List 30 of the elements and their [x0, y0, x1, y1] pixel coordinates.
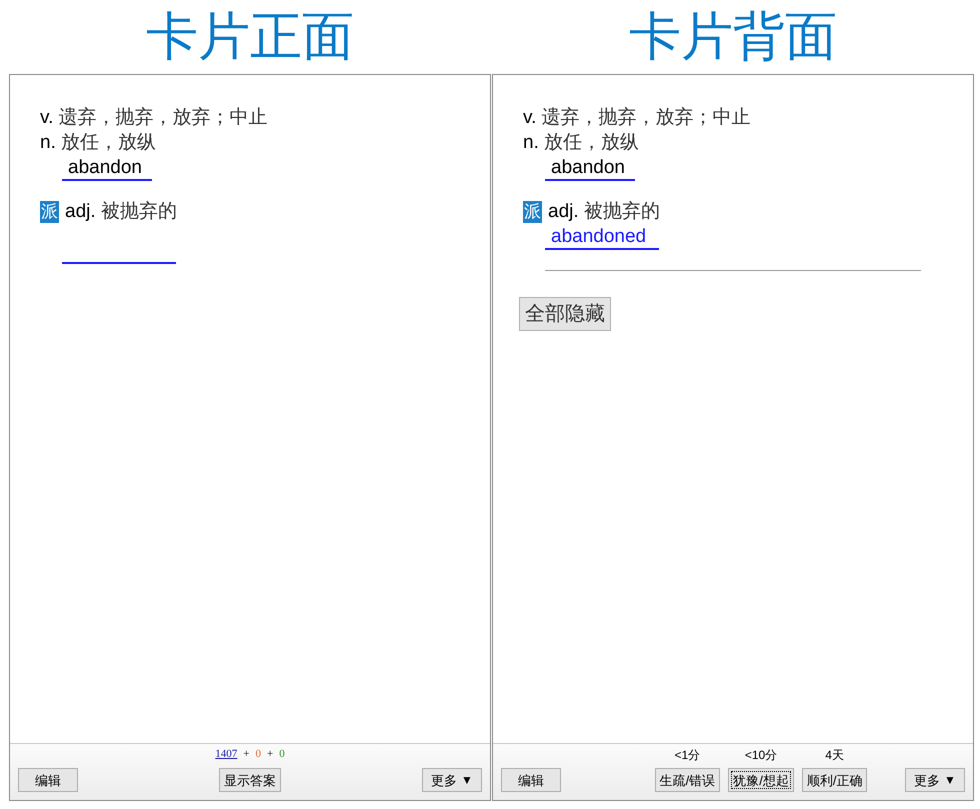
answer-field[interactable]: abandon: [545, 155, 635, 181]
interval-label: <1分: [674, 747, 700, 764]
interval-label: <10分: [744, 747, 778, 764]
edit-button[interactable]: 编辑: [501, 768, 561, 792]
derivative-tag: 派: [523, 200, 542, 222]
more-button[interactable]: 更多 ▼: [905, 768, 965, 792]
show-answer-button[interactable]: 显示答案: [219, 768, 281, 792]
answer-field[interactable]: abandoned: [545, 224, 659, 250]
answer-button[interactable]: 顺利/正确: [802, 768, 868, 792]
answer-field[interactable]: abandon: [62, 155, 152, 181]
definition-line: v. 遗弃，抛弃，放弃；中止: [523, 106, 752, 130]
definition-line: n. 放任，放纵: [40, 131, 158, 155]
due-count-link[interactable]: 1407: [215, 746, 238, 762]
panel-heading: 卡片正面: [145, 7, 355, 68]
interval-label: 4天: [825, 747, 844, 764]
answer-button[interactable]: 犹豫/想起: [728, 768, 794, 792]
plus-sign: +: [267, 746, 274, 762]
definition-line: adj. 被抛弃的: [65, 200, 177, 224]
card-count: 0: [256, 746, 261, 762]
definition-line: n. 放任，放纵: [523, 131, 640, 155]
more-button[interactable]: 更多 ▼: [422, 768, 482, 792]
answer-button[interactable]: 生疏/错误: [654, 768, 720, 792]
hide-all-button[interactable]: 全部隐藏: [519, 297, 611, 331]
definition-line: v. 遗弃，抛弃，放弃；中止: [40, 106, 269, 130]
panel-heading: 卡片背面: [628, 7, 838, 68]
card-count: 0: [279, 746, 285, 762]
definition-line: adj. 被抛弃的: [548, 200, 660, 224]
edit-button[interactable]: 编辑: [18, 768, 78, 792]
plus-sign: +: [243, 746, 250, 762]
derivative-tag: 派: [40, 200, 59, 222]
